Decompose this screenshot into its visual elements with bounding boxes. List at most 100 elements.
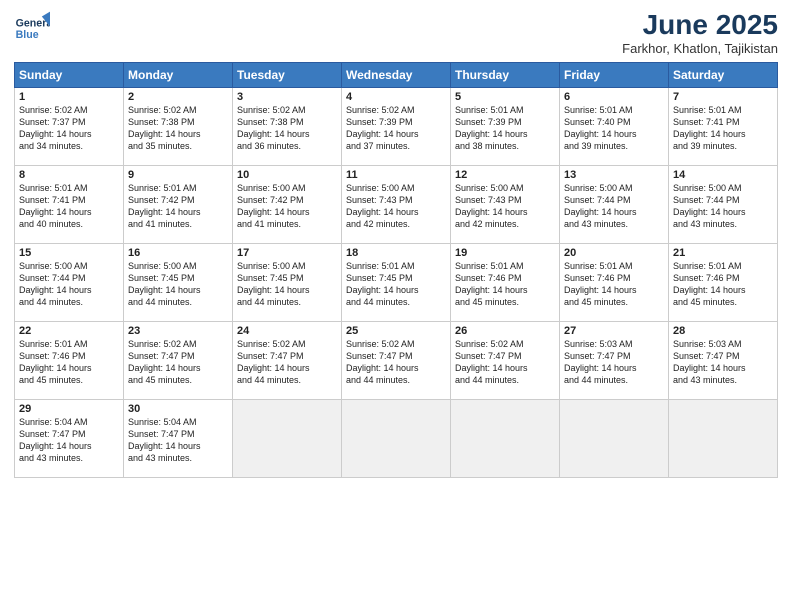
day-number: 29 <box>19 403 119 415</box>
calendar-week-5: 29Sunrise: 5:04 AM Sunset: 7:47 PM Dayli… <box>15 399 778 477</box>
day-number: 5 <box>455 91 555 103</box>
day-number: 26 <box>455 325 555 337</box>
day-number: 11 <box>346 169 446 181</box>
day-info: Sunrise: 5:01 AM Sunset: 7:40 PM Dayligh… <box>564 104 664 153</box>
calendar-day: 5Sunrise: 5:01 AM Sunset: 7:39 PM Daylig… <box>451 87 560 165</box>
day-number: 27 <box>564 325 664 337</box>
calendar-week-4: 22Sunrise: 5:01 AM Sunset: 7:46 PM Dayli… <box>15 321 778 399</box>
calendar-day: 10Sunrise: 5:00 AM Sunset: 7:42 PM Dayli… <box>233 165 342 243</box>
day-info: Sunrise: 5:02 AM Sunset: 7:47 PM Dayligh… <box>455 338 555 387</box>
calendar-day <box>233 399 342 477</box>
calendar-day: 12Sunrise: 5:00 AM Sunset: 7:43 PM Dayli… <box>451 165 560 243</box>
day-number: 13 <box>564 169 664 181</box>
day-info: Sunrise: 5:00 AM Sunset: 7:42 PM Dayligh… <box>237 182 337 231</box>
calendar-day: 19Sunrise: 5:01 AM Sunset: 7:46 PM Dayli… <box>451 243 560 321</box>
calendar-day: 20Sunrise: 5:01 AM Sunset: 7:46 PM Dayli… <box>560 243 669 321</box>
day-info: Sunrise: 5:00 AM Sunset: 7:44 PM Dayligh… <box>673 182 773 231</box>
calendar-day: 8Sunrise: 5:01 AM Sunset: 7:41 PM Daylig… <box>15 165 124 243</box>
svg-text:Blue: Blue <box>16 29 39 41</box>
day-info: Sunrise: 5:02 AM Sunset: 7:37 PM Dayligh… <box>19 104 119 153</box>
calendar-day: 18Sunrise: 5:01 AM Sunset: 7:45 PM Dayli… <box>342 243 451 321</box>
title-block: June 2025 Farkhor, Khatlon, Tajikistan <box>622 10 778 56</box>
calendar-day: 9Sunrise: 5:01 AM Sunset: 7:42 PM Daylig… <box>124 165 233 243</box>
day-number: 3 <box>237 91 337 103</box>
day-number: 6 <box>564 91 664 103</box>
day-number: 19 <box>455 247 555 259</box>
page: General Blue June 2025 Farkhor, Khatlon,… <box>0 0 792 612</box>
day-info: Sunrise: 5:02 AM Sunset: 7:39 PM Dayligh… <box>346 104 446 153</box>
calendar-day: 27Sunrise: 5:03 AM Sunset: 7:47 PM Dayli… <box>560 321 669 399</box>
day-number: 14 <box>673 169 773 181</box>
calendar-day: 6Sunrise: 5:01 AM Sunset: 7:40 PM Daylig… <box>560 87 669 165</box>
day-info: Sunrise: 5:02 AM Sunset: 7:47 PM Dayligh… <box>346 338 446 387</box>
day-info: Sunrise: 5:04 AM Sunset: 7:47 PM Dayligh… <box>128 416 228 465</box>
col-tuesday: Tuesday <box>233 62 342 87</box>
calendar-day: 26Sunrise: 5:02 AM Sunset: 7:47 PM Dayli… <box>451 321 560 399</box>
col-thursday: Thursday <box>451 62 560 87</box>
day-info: Sunrise: 5:01 AM Sunset: 7:46 PM Dayligh… <box>564 260 664 309</box>
calendar-day: 11Sunrise: 5:00 AM Sunset: 7:43 PM Dayli… <box>342 165 451 243</box>
day-number: 7 <box>673 91 773 103</box>
day-number: 20 <box>564 247 664 259</box>
main-title: June 2025 <box>622 10 778 41</box>
logo: General Blue <box>14 10 50 46</box>
calendar: Sunday Monday Tuesday Wednesday Thursday… <box>14 62 778 478</box>
day-info: Sunrise: 5:00 AM Sunset: 7:43 PM Dayligh… <box>346 182 446 231</box>
day-info: Sunrise: 5:01 AM Sunset: 7:41 PM Dayligh… <box>19 182 119 231</box>
calendar-day: 4Sunrise: 5:02 AM Sunset: 7:39 PM Daylig… <box>342 87 451 165</box>
calendar-day: 30Sunrise: 5:04 AM Sunset: 7:47 PM Dayli… <box>124 399 233 477</box>
day-info: Sunrise: 5:00 AM Sunset: 7:44 PM Dayligh… <box>564 182 664 231</box>
col-saturday: Saturday <box>669 62 778 87</box>
day-info: Sunrise: 5:01 AM Sunset: 7:42 PM Dayligh… <box>128 182 228 231</box>
header: General Blue June 2025 Farkhor, Khatlon,… <box>14 10 778 56</box>
day-number: 8 <box>19 169 119 181</box>
calendar-day <box>342 399 451 477</box>
calendar-day: 29Sunrise: 5:04 AM Sunset: 7:47 PM Dayli… <box>15 399 124 477</box>
col-monday: Monday <box>124 62 233 87</box>
day-info: Sunrise: 5:01 AM Sunset: 7:41 PM Dayligh… <box>673 104 773 153</box>
day-info: Sunrise: 5:02 AM Sunset: 7:38 PM Dayligh… <box>237 104 337 153</box>
day-info: Sunrise: 5:03 AM Sunset: 7:47 PM Dayligh… <box>564 338 664 387</box>
calendar-day <box>451 399 560 477</box>
day-number: 4 <box>346 91 446 103</box>
day-info: Sunrise: 5:01 AM Sunset: 7:45 PM Dayligh… <box>346 260 446 309</box>
day-number: 28 <box>673 325 773 337</box>
day-info: Sunrise: 5:00 AM Sunset: 7:45 PM Dayligh… <box>128 260 228 309</box>
day-info: Sunrise: 5:01 AM Sunset: 7:46 PM Dayligh… <box>455 260 555 309</box>
calendar-week-1: 1Sunrise: 5:02 AM Sunset: 7:37 PM Daylig… <box>15 87 778 165</box>
calendar-day: 13Sunrise: 5:00 AM Sunset: 7:44 PM Dayli… <box>560 165 669 243</box>
col-friday: Friday <box>560 62 669 87</box>
calendar-day: 2Sunrise: 5:02 AM Sunset: 7:38 PM Daylig… <box>124 87 233 165</box>
calendar-day: 28Sunrise: 5:03 AM Sunset: 7:47 PM Dayli… <box>669 321 778 399</box>
day-number: 10 <box>237 169 337 181</box>
calendar-header-row: Sunday Monday Tuesday Wednesday Thursday… <box>15 62 778 87</box>
day-info: Sunrise: 5:01 AM Sunset: 7:46 PM Dayligh… <box>673 260 773 309</box>
day-number: 1 <box>19 91 119 103</box>
calendar-day <box>669 399 778 477</box>
calendar-day: 3Sunrise: 5:02 AM Sunset: 7:38 PM Daylig… <box>233 87 342 165</box>
calendar-day: 17Sunrise: 5:00 AM Sunset: 7:45 PM Dayli… <box>233 243 342 321</box>
day-number: 22 <box>19 325 119 337</box>
day-info: Sunrise: 5:02 AM Sunset: 7:47 PM Dayligh… <box>128 338 228 387</box>
calendar-day: 15Sunrise: 5:00 AM Sunset: 7:44 PM Dayli… <box>15 243 124 321</box>
calendar-day: 7Sunrise: 5:01 AM Sunset: 7:41 PM Daylig… <box>669 87 778 165</box>
calendar-day: 24Sunrise: 5:02 AM Sunset: 7:47 PM Dayli… <box>233 321 342 399</box>
day-number: 23 <box>128 325 228 337</box>
calendar-day: 22Sunrise: 5:01 AM Sunset: 7:46 PM Dayli… <box>15 321 124 399</box>
calendar-day: 16Sunrise: 5:00 AM Sunset: 7:45 PM Dayli… <box>124 243 233 321</box>
subtitle: Farkhor, Khatlon, Tajikistan <box>622 41 778 56</box>
day-number: 25 <box>346 325 446 337</box>
calendar-day: 1Sunrise: 5:02 AM Sunset: 7:37 PM Daylig… <box>15 87 124 165</box>
day-info: Sunrise: 5:04 AM Sunset: 7:47 PM Dayligh… <box>19 416 119 465</box>
col-sunday: Sunday <box>15 62 124 87</box>
calendar-day: 14Sunrise: 5:00 AM Sunset: 7:44 PM Dayli… <box>669 165 778 243</box>
logo-icon: General Blue <box>14 10 50 46</box>
day-info: Sunrise: 5:03 AM Sunset: 7:47 PM Dayligh… <box>673 338 773 387</box>
day-info: Sunrise: 5:00 AM Sunset: 7:44 PM Dayligh… <box>19 260 119 309</box>
day-info: Sunrise: 5:01 AM Sunset: 7:39 PM Dayligh… <box>455 104 555 153</box>
day-number: 18 <box>346 247 446 259</box>
calendar-week-2: 8Sunrise: 5:01 AM Sunset: 7:41 PM Daylig… <box>15 165 778 243</box>
day-number: 15 <box>19 247 119 259</box>
col-wednesday: Wednesday <box>342 62 451 87</box>
day-info: Sunrise: 5:02 AM Sunset: 7:38 PM Dayligh… <box>128 104 228 153</box>
